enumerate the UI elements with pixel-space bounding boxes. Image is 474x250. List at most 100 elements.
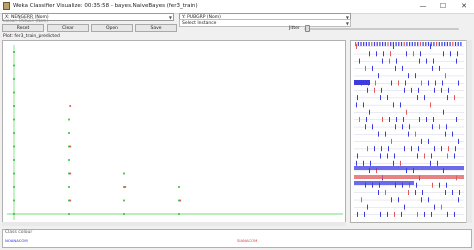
scatter-plot-canvas[interactable] [3,41,345,222]
scatter-point[interactable] [179,199,182,202]
attribute-tick [389,117,390,122]
reset-button[interactable]: Reset [2,24,44,32]
scatter-point[interactable] [178,213,180,215]
attribute-tick [454,211,455,217]
attribute-tick [437,160,438,166]
open-button[interactable]: Open [91,24,133,32]
attribute-tick [401,211,402,217]
attribute-tick [408,190,409,195]
scatter-point[interactable] [13,159,15,161]
scatter-point[interactable] [123,172,125,175]
attribute-tick [411,146,412,152]
attribute-tick [363,102,364,108]
select-instance-value: Select Instance [182,21,217,26]
attribute-tick [408,131,409,137]
attribute-bars-panel[interactable] [350,40,472,223]
clear-button[interactable]: Clear [47,24,89,32]
scatter-point[interactable] [13,118,15,121]
scatter-point[interactable] [69,145,72,148]
attribute-tick [418,87,419,93]
attribute-bars-canvas[interactable] [352,42,466,223]
attribute-accent-block [354,80,370,85]
attribute-tick [448,87,449,93]
class-attribute-strip[interactable] [354,166,464,170]
scatter-point[interactable] [13,132,15,134]
attribute-tick [433,42,435,46]
attribute-tick [359,117,360,122]
scatter-point[interactable] [69,199,72,202]
attribute-tick [411,87,412,93]
legend-item-noanacom[interactable]: NOANACOM [5,238,28,243]
attribute-tick [392,42,394,46]
attribute-tick [395,65,396,71]
scatter-point[interactable] [13,145,15,148]
scatter-point[interactable] [13,91,15,94]
attribute-tick [456,117,457,122]
plot-horizontal-scrollbar[interactable] [2,222,346,226]
attribute-tick [444,42,446,46]
scatter-point[interactable] [123,213,125,215]
attribute-tick [445,73,446,79]
scatter-point[interactable] [69,172,72,175]
scatter-point[interactable] [13,213,15,215]
scatter-point[interactable] [13,51,15,53]
attribute-tick [432,65,433,71]
attribute-tick [424,153,425,159]
scatter-point[interactable] [13,64,15,67]
attribute-tick [378,131,379,137]
scatter-point[interactable] [13,78,15,80]
attribute-tick [402,65,403,71]
attribute-tick [441,146,442,152]
scatter-point[interactable] [68,213,70,215]
attribute-tick [441,87,442,93]
scatter-plot[interactable] [2,40,346,223]
attribute-tick [384,42,386,46]
attribute-tick [361,197,362,203]
attribute-tick [385,131,386,137]
scatter-point[interactable] [68,186,70,188]
scatter-point[interactable] [13,105,15,107]
attribute-tick [459,190,460,195]
attribute-row-guide [354,119,464,120]
scatter-point[interactable] [68,118,70,121]
scatter-point[interactable] [178,186,180,188]
scatter-point[interactable] [13,172,15,175]
chevron-down-icon: ▼ [168,15,172,20]
scatter-point[interactable] [123,199,125,202]
minimize-button[interactable]: — [413,0,433,12]
attribute-tick [393,160,394,166]
attribute-tick [367,87,368,93]
attribute-panel-scrollbar[interactable] [466,40,472,223]
close-button[interactable]: ✕ [454,0,474,12]
legend-item-sianacom[interactable]: SIANACOM [237,238,257,243]
jitter-slider-thumb[interactable] [305,25,311,32]
scatter-point[interactable] [13,199,15,202]
attribute-tick [430,102,431,108]
save-button[interactable]: Save [135,24,177,32]
scatter-point[interactable] [69,105,72,107]
attribute-tick [375,80,376,86]
scatter-point[interactable] [68,132,70,134]
attribute-tick [434,87,435,93]
attribute-tick [413,51,414,57]
scatter-point[interactable] [124,186,127,188]
scatter-point[interactable] [68,159,70,161]
attribute-tick [458,80,459,86]
attribute-tick [369,51,370,57]
attribute-tick [421,80,422,86]
attribute-tick [378,73,379,79]
class-attribute-strip[interactable] [354,181,414,185]
maximize-button[interactable]: ☐ [433,0,453,12]
attribute-tick [421,197,422,203]
class-attribute-strip[interactable] [354,175,464,179]
scatter-point[interactable] [13,186,15,188]
jitter-slider-track[interactable] [304,28,459,30]
attribute-tick [417,42,419,46]
attribute-tick [428,197,429,203]
attribute-tick [441,204,442,210]
attribute-tick [396,117,397,122]
attribute-tick [434,146,435,152]
attribute-tick [416,182,417,188]
attribute-tick [432,124,433,130]
select-instance-select[interactable]: Select Instance ▼ [179,19,351,27]
